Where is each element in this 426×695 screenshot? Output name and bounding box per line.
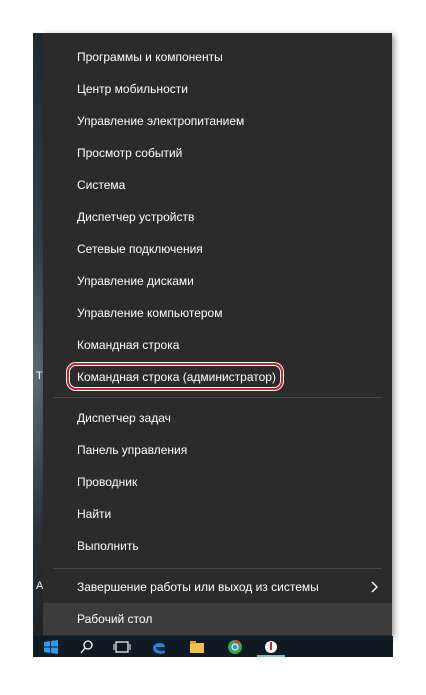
- menu-item-desktop[interactable]: Рабочий стол: [43, 603, 392, 635]
- menu-item-label: Диспетчер задач: [77, 411, 171, 425]
- menu-item-power-options[interactable]: Управление электропитанием: [43, 105, 392, 137]
- app-icon[interactable]: [263, 639, 279, 655]
- menu-item-search[interactable]: Найти: [43, 498, 392, 530]
- menu-item-programs-features[interactable]: Программы и компоненты: [43, 41, 392, 73]
- menu-item-label: Найти: [77, 507, 112, 521]
- menu-item-label: Управление дисками: [77, 274, 194, 288]
- menu-item-mobility-center[interactable]: Центр мобильности: [43, 73, 392, 105]
- menu-divider: [53, 397, 382, 398]
- menu-item-label: Рабочий стол: [77, 612, 153, 626]
- menu-item-label: Панель управления: [77, 443, 188, 457]
- menu-item-command-prompt-admin[interactable]: Командная строка (администратор): [43, 361, 392, 393]
- task-view-icon[interactable]: [113, 639, 131, 655]
- menu-item-event-viewer[interactable]: Просмотр событий: [43, 137, 392, 169]
- menu-item-label: Проводник: [77, 475, 138, 489]
- menu-item-control-panel[interactable]: Панель управления: [43, 434, 392, 466]
- menu-item-computer-management[interactable]: Управление компьютером: [43, 297, 392, 329]
- menu-item-label: Сетевые подключения: [77, 242, 203, 256]
- menu-divider: [53, 568, 382, 569]
- menu-item-disk-management[interactable]: Управление дисками: [43, 265, 392, 297]
- winx-context-menu: Программы и компоненты Центр мобильности…: [43, 33, 392, 636]
- chrome-icon[interactable]: [227, 639, 243, 655]
- menu-item-task-manager[interactable]: Диспетчер задач: [43, 402, 392, 434]
- menu-item-shutdown-signout[interactable]: Завершение работы или выход из системы: [43, 571, 392, 603]
- menu-item-command-prompt[interactable]: Командная строка: [43, 329, 392, 361]
- menu-item-label: Командная строка: [77, 338, 180, 352]
- menu-item-label: Командная строка (администратор): [77, 370, 276, 384]
- menu-item-system[interactable]: Система: [43, 169, 392, 201]
- menu-item-label: Центр мобильности: [77, 82, 188, 96]
- desktop-background: [33, 33, 43, 657]
- menu-item-label: Программы и компоненты: [77, 50, 223, 64]
- edge-icon[interactable]: [151, 639, 167, 655]
- menu-item-network-connections[interactable]: Сетевые подключения: [43, 233, 392, 265]
- menu-item-label: Выполнить: [77, 539, 139, 553]
- windows-icon[interactable]: [43, 639, 59, 655]
- taskbar: [33, 636, 393, 657]
- menu-item-file-explorer[interactable]: Проводник: [43, 466, 392, 498]
- menu-item-label: Управление электропитанием: [77, 114, 245, 128]
- menu-item-label: Управление компьютером: [77, 306, 223, 320]
- menu-item-label: Просмотр событий: [77, 146, 183, 160]
- desktop-icon-label: T: [36, 370, 43, 382]
- chevron-right-icon: [371, 581, 378, 593]
- menu-item-label: Диспетчер устройств: [77, 210, 195, 224]
- menu-item-label: Система: [77, 178, 126, 192]
- menu-item-device-manager[interactable]: Диспетчер устройств: [43, 201, 392, 233]
- explorer-icon[interactable]: [189, 639, 205, 655]
- menu-item-run[interactable]: Выполнить: [43, 530, 392, 562]
- search-icon[interactable]: [79, 639, 95, 655]
- active-app-indicator: [257, 655, 285, 657]
- menu-item-label: Завершение работы или выход из системы: [77, 580, 319, 594]
